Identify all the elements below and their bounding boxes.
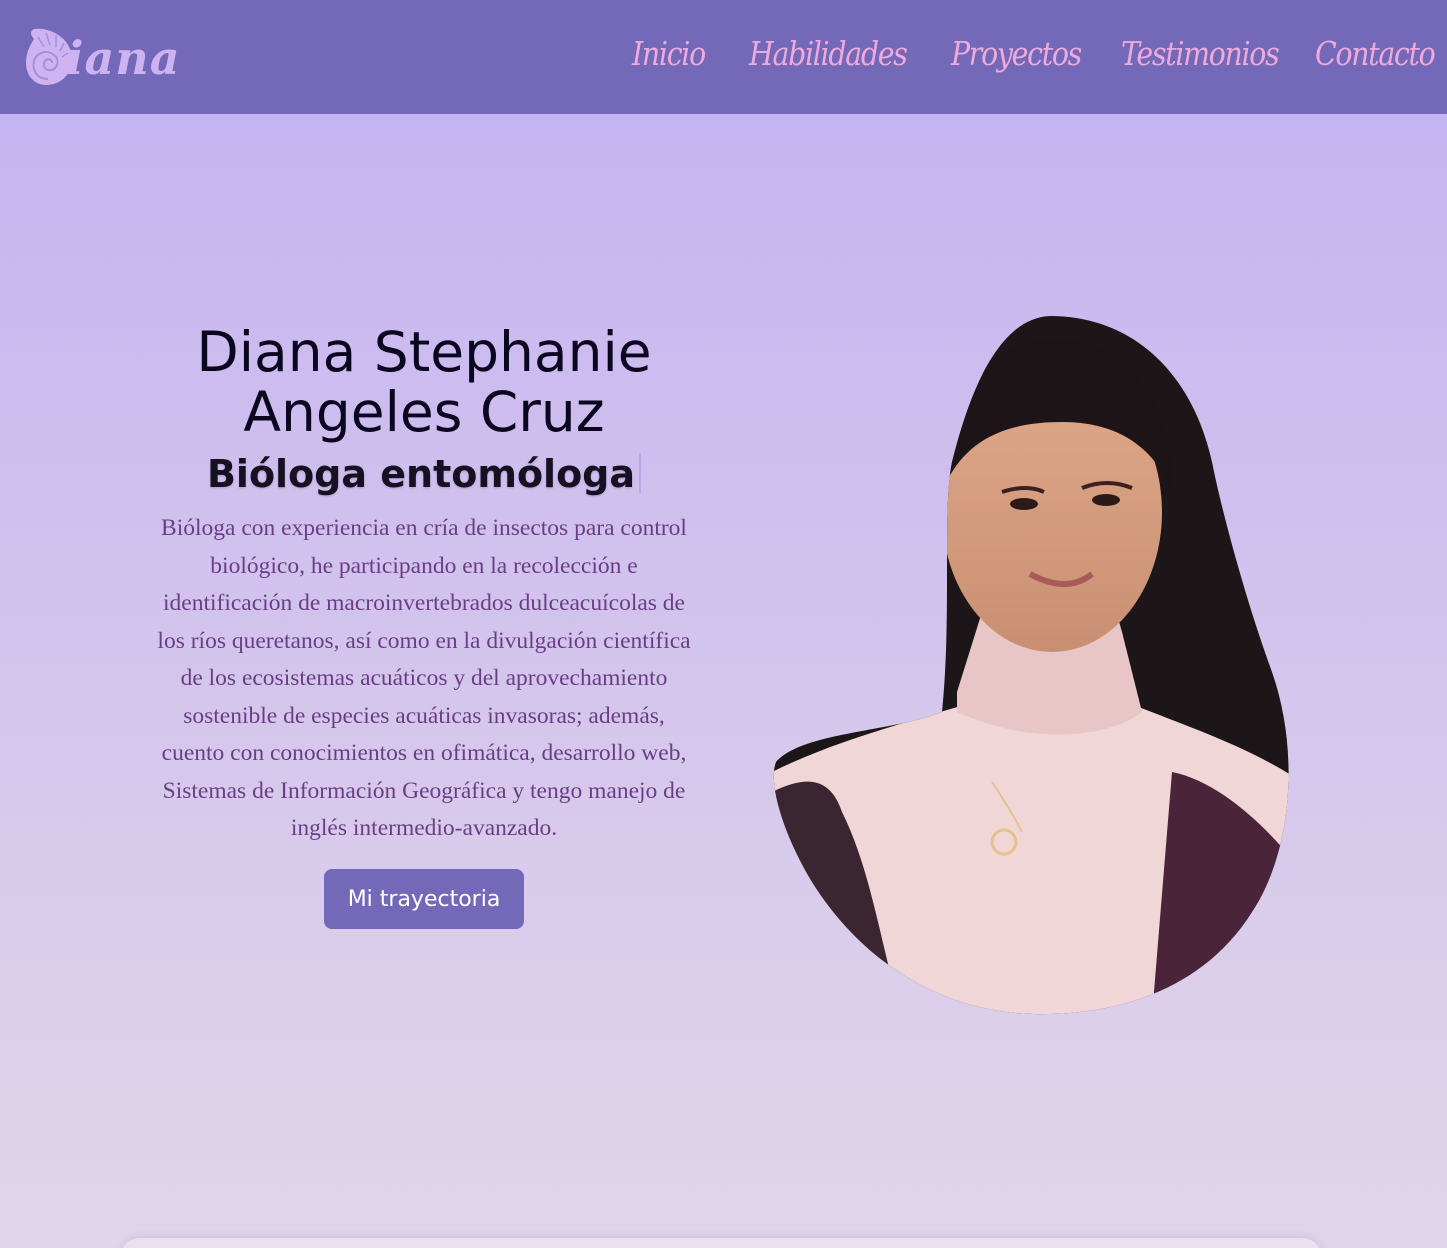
- nav-link-proyectos[interactable]: Proyectos: [951, 34, 1082, 73]
- hero-name-line2: Angeles Cruz: [243, 380, 605, 444]
- navbar: iana Inicio Habilidades Proyectos Testim…: [0, 0, 1447, 114]
- typing-cursor: [639, 453, 642, 493]
- nav-link-inicio[interactable]: Inicio: [632, 34, 706, 73]
- hero-name-line1: Diana Stephanie: [196, 320, 652, 384]
- hero-description: Bióloga con experiencia en cría de insec…: [157, 515, 691, 841]
- ammonite-shell-icon: [24, 25, 74, 87]
- hero-role: Bióloga entomóloga: [150, 450, 698, 498]
- hero-name: Diana Stephanie Angeles Cruz: [150, 322, 698, 442]
- nav-link-testimonios[interactable]: Testimonios: [1121, 34, 1280, 73]
- profile-photo: [772, 312, 1302, 1016]
- logo[interactable]: iana: [24, 24, 181, 88]
- logo-text: iana: [66, 31, 181, 85]
- hero-role-text: Bióloga entomóloga: [206, 452, 636, 496]
- nav-link-habilidades[interactable]: Habilidades: [749, 34, 908, 73]
- next-section-card: [120, 1238, 1322, 1248]
- hero-intro: Diana Stephanie Angeles Cruz Bióloga ent…: [150, 322, 698, 929]
- trajectory-button[interactable]: Mi trayectoria: [324, 868, 524, 929]
- nav-link-contacto[interactable]: Contacto: [1315, 34, 1436, 73]
